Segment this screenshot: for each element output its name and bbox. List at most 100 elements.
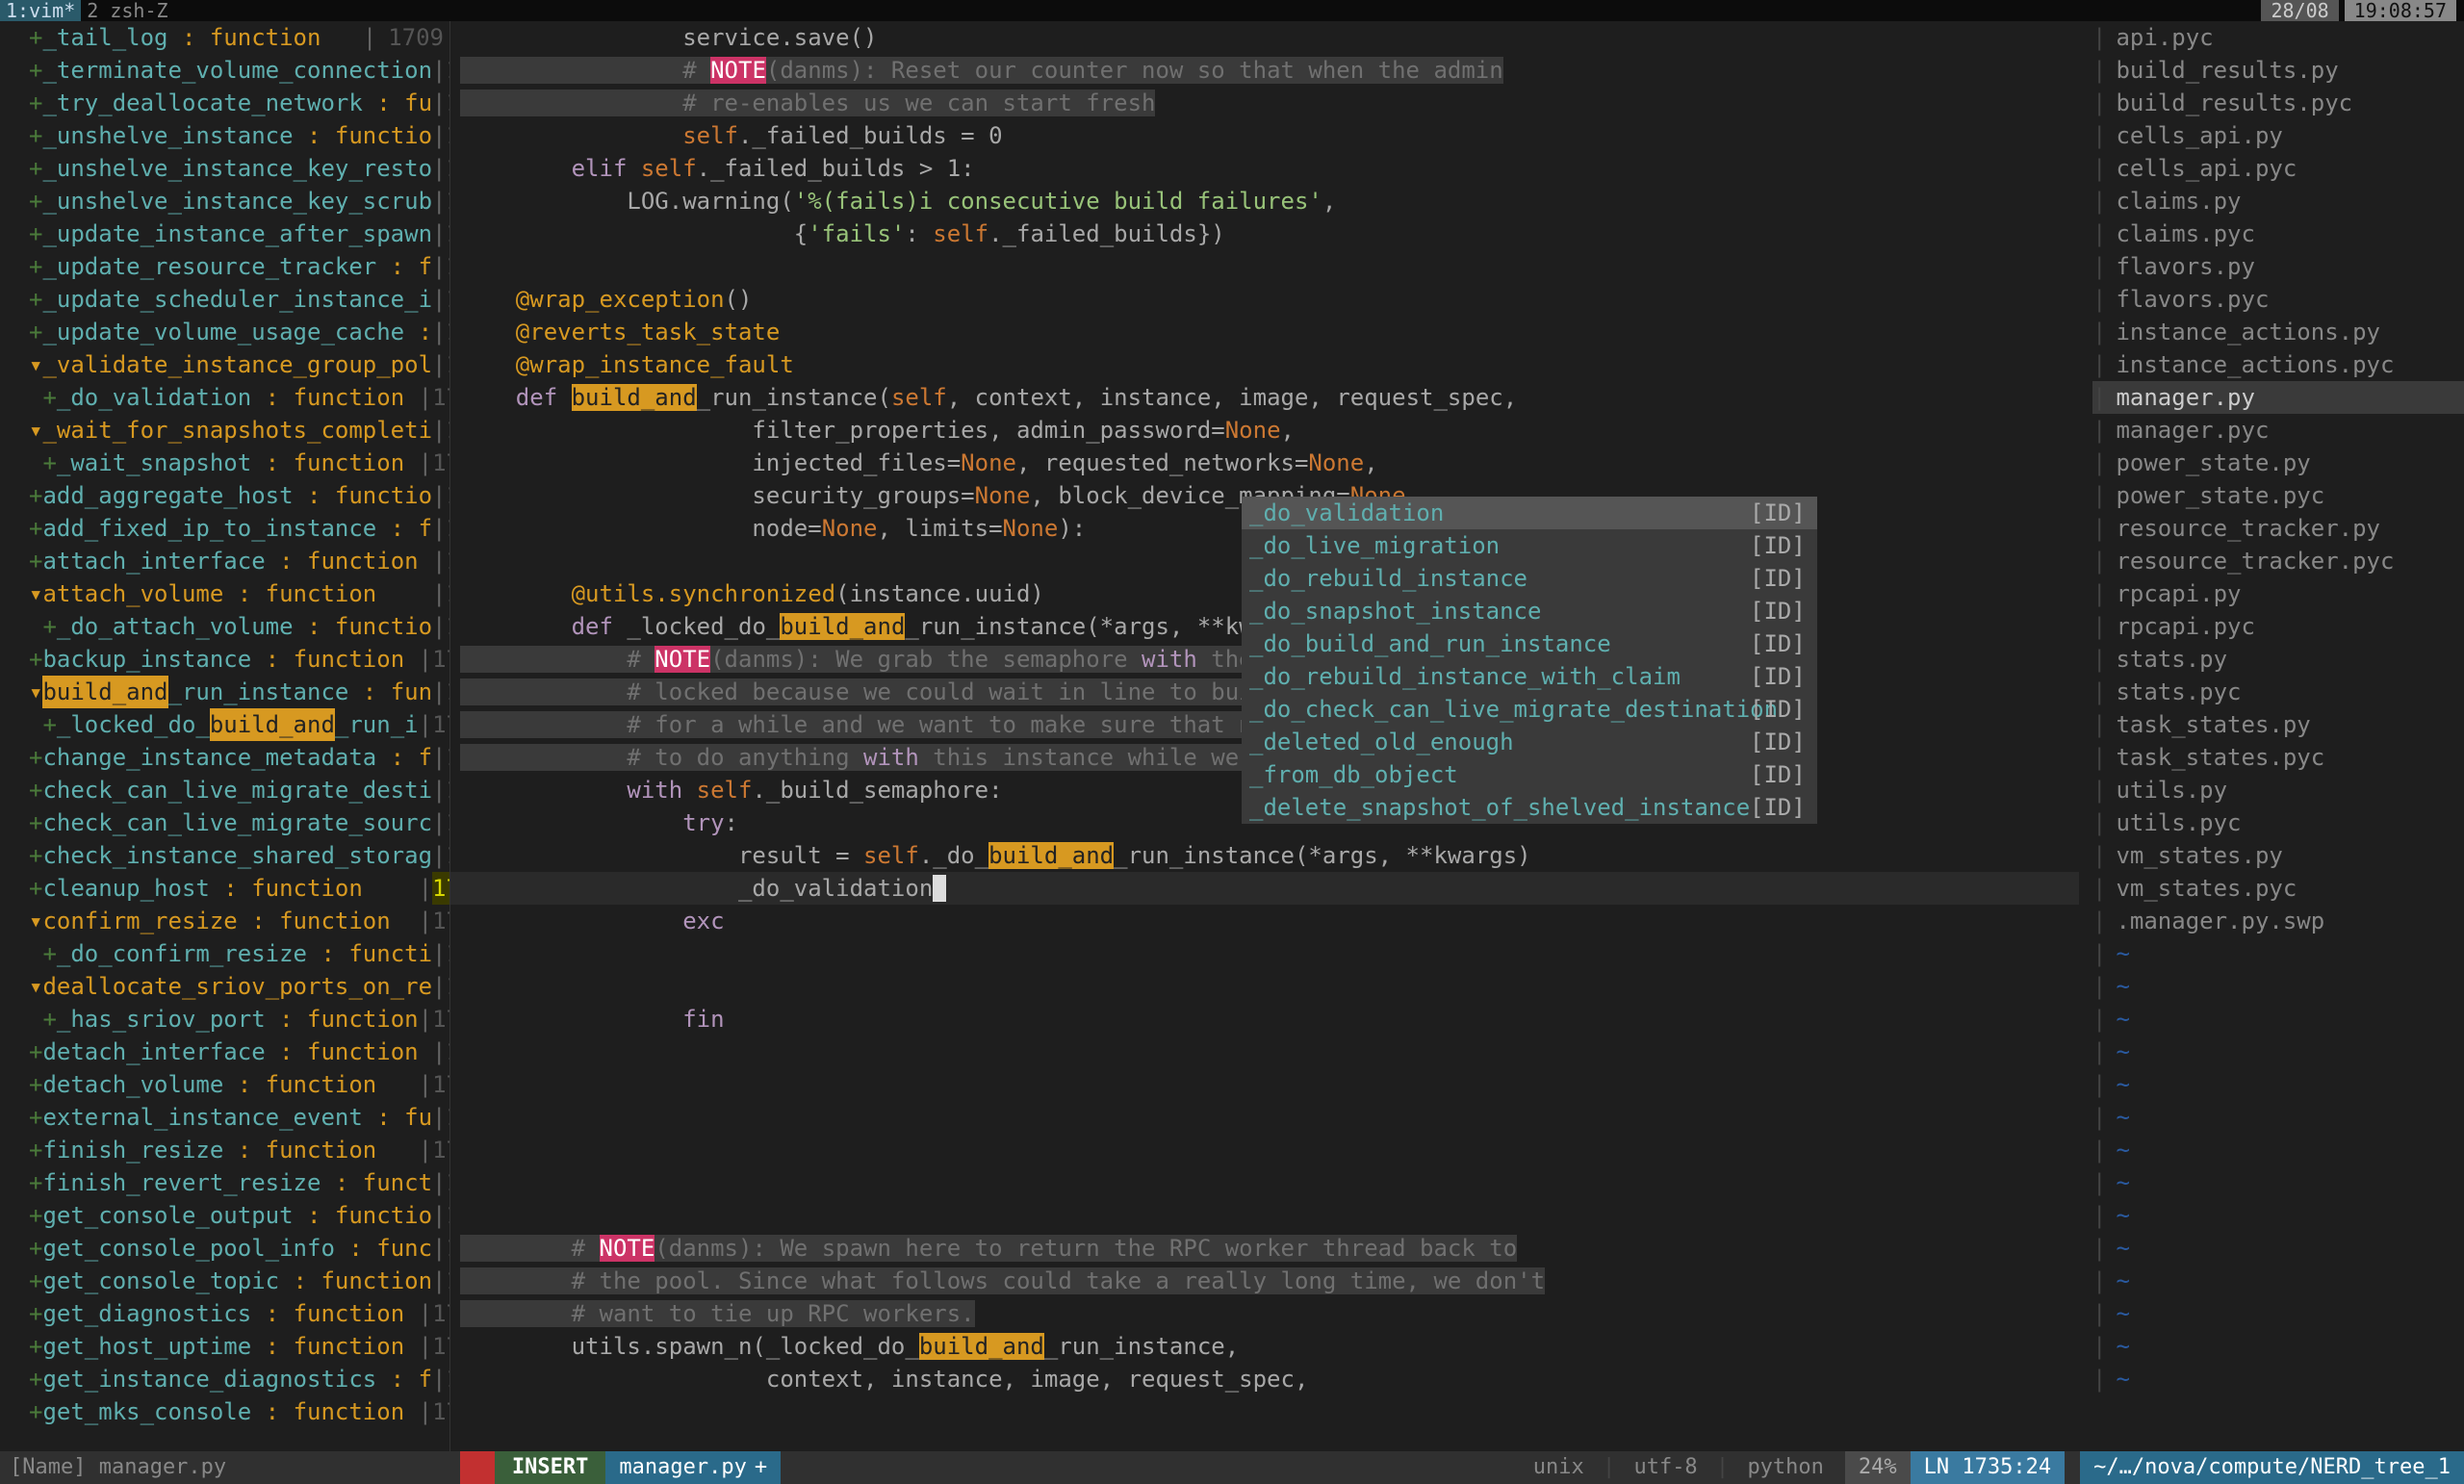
file-tree-item[interactable]: |flavors.pyc bbox=[2092, 283, 2464, 316]
tag-item[interactable]: +check_can_live_migrate_desti|1732 bbox=[0, 774, 449, 806]
tag-item[interactable]: +_update_scheduler_instance_i|1717 bbox=[0, 283, 449, 316]
file-tree-item[interactable]: |vm_states.py bbox=[2092, 839, 2464, 872]
code-line[interactable]: # NOTE(danms): Reset our counter now so … bbox=[450, 54, 2079, 87]
tag-item[interactable]: +_tail_log : function |1709 bbox=[0, 21, 449, 54]
tag-item[interactable]: +_terminate_volume_connection|1710 bbox=[0, 54, 449, 87]
file-tree-item[interactable]: |manager.pyc bbox=[2092, 414, 2464, 447]
file-tree-item[interactable]: |claims.py bbox=[2092, 185, 2464, 217]
tag-item[interactable]: +get_console_pool_info : func|1746 bbox=[0, 1232, 449, 1265]
file-tree-item[interactable]: |stats.pyc bbox=[2092, 676, 2464, 708]
tag-item[interactable]: +_do_validation : function |1720 bbox=[0, 381, 449, 414]
code-line[interactable] bbox=[450, 250, 2079, 283]
code-line[interactable]: # want to tie up RPC workers. bbox=[450, 1297, 2079, 1330]
code-line[interactable]: fin bbox=[450, 1003, 2079, 1036]
tag-item[interactable]: ▾deallocate_sriov_ports_on_re|1738 bbox=[0, 970, 449, 1003]
file-tree-item[interactable]: |cells_api.py bbox=[2092, 119, 2464, 152]
file-tree-item[interactable]: |api.pyc bbox=[2092, 21, 2464, 54]
file-tree-item[interactable]: |task_states.py bbox=[2092, 708, 2464, 741]
file-tree-item[interactable]: |build_results.py bbox=[2092, 54, 2464, 87]
tag-item[interactable]: +cleanup_host : function |1735 bbox=[0, 872, 449, 905]
file-tree-item[interactable]: |rpcapi.py bbox=[2092, 577, 2464, 610]
code-line[interactable]: context, instance, image, request_spec, bbox=[450, 1363, 2079, 1395]
tag-item[interactable]: +add_fixed_ip_to_instance : f|1724 bbox=[0, 512, 449, 545]
code-line[interactable]: utils.spawn_n(_locked_do_build_and_run_i… bbox=[450, 1330, 2079, 1363]
tagbar-pane[interactable]: +_tail_log : function |1709+_terminate_v… bbox=[0, 21, 450, 1451]
tag-item[interactable]: +_do_attach_volume : functio|1727 bbox=[0, 610, 449, 643]
tag-item[interactable]: ▾confirm_resize : function |1736 bbox=[0, 905, 449, 937]
code-line[interactable]: elif self._failed_builds > 1: bbox=[450, 152, 2079, 185]
file-tree-pane[interactable]: |api.pyc|build_results.py|build_results.… bbox=[2079, 21, 2464, 1451]
file-tree-item[interactable]: |power_state.pyc bbox=[2092, 479, 2464, 512]
tag-item[interactable]: +get_host_uptime : function |1749 bbox=[0, 1330, 449, 1363]
tag-item[interactable]: +external_instance_event : fu|1742 bbox=[0, 1101, 449, 1134]
tag-item[interactable]: +_update_volume_usage_cache :|1718 bbox=[0, 316, 449, 348]
tag-item[interactable]: +get_instance_diagnostics : f|1750 bbox=[0, 1363, 449, 1395]
code-line[interactable]: # re-enables us we can start fresh bbox=[450, 87, 2079, 119]
code-line[interactable]: filter_properties, admin_password=None, bbox=[450, 414, 2079, 447]
code-line[interactable] bbox=[450, 1199, 2079, 1232]
file-tree-item[interactable]: |.manager.py.swp bbox=[2092, 905, 2464, 937]
code-line[interactable] bbox=[450, 970, 2079, 1003]
code-line[interactable]: {'fails': self._failed_builds}) bbox=[450, 217, 2079, 250]
tag-item[interactable]: +_locked_do_build_and_run_i|1730 bbox=[0, 708, 449, 741]
tag-item[interactable]: +_unshelve_instance_key_resto|1713 bbox=[0, 152, 449, 185]
code-line[interactable]: @wrap_exception() bbox=[450, 283, 2079, 316]
tag-item[interactable]: +finish_revert_resize : funct|1744 bbox=[0, 1166, 449, 1199]
tag-item[interactable]: +get_diagnostics : function |1748 bbox=[0, 1297, 449, 1330]
completion-item[interactable]: _do_build_and_run_instance[ID] bbox=[1242, 627, 1817, 660]
completion-item[interactable]: _from_db_object[ID] bbox=[1242, 758, 1817, 791]
code-line[interactable]: # the pool. Since what follows could tak… bbox=[450, 1265, 2079, 1297]
tag-item[interactable]: ▾_validate_instance_group_pol|1719 bbox=[0, 348, 449, 381]
tag-item[interactable]: +_do_confirm_resize : functi|1737 bbox=[0, 937, 449, 970]
code-line[interactable] bbox=[450, 937, 2079, 970]
tag-item[interactable]: +check_instance_shared_storag|1734 bbox=[0, 839, 449, 872]
code-line[interactable]: exc bbox=[450, 905, 2079, 937]
tag-item[interactable]: ▾_wait_for_snapshots_completi|1721 bbox=[0, 414, 449, 447]
tag-item[interactable]: +get_mks_console : function |1751 bbox=[0, 1395, 449, 1428]
file-tree-item[interactable]: |utils.pyc bbox=[2092, 806, 2464, 839]
code-line[interactable]: @reverts_task_state bbox=[450, 316, 2079, 348]
file-tree-item[interactable]: |rpcapi.pyc bbox=[2092, 610, 2464, 643]
completion-item[interactable]: _do_check_can_live_migrate_destination[I… bbox=[1242, 693, 1817, 726]
code-line[interactable]: def build_and_run_instance(self, context… bbox=[450, 381, 2079, 414]
completion-item[interactable]: _do_validation[ID] bbox=[1242, 497, 1817, 529]
tag-item[interactable]: ▾build_and_run_instance : fun|1729 bbox=[0, 676, 449, 708]
code-line[interactable]: _do_validation bbox=[450, 872, 2079, 905]
code-line[interactable]: service.save() bbox=[450, 21, 2079, 54]
completion-item[interactable]: _do_snapshot_instance[ID] bbox=[1242, 595, 1817, 627]
tag-item[interactable]: +finish_resize : function |1743 bbox=[0, 1134, 449, 1166]
file-tree-item[interactable]: |task_states.pyc bbox=[2092, 741, 2464, 774]
tag-item[interactable]: +_update_resource_tracker : f|1716 bbox=[0, 250, 449, 283]
code-line[interactable]: # NOTE(danms): We spawn here to return t… bbox=[450, 1232, 2079, 1265]
tag-item[interactable]: +_wait_snapshot : function |1722 bbox=[0, 447, 449, 479]
file-tree-item[interactable]: |build_results.pyc bbox=[2092, 87, 2464, 119]
completion-popup[interactable]: _do_validation[ID]_do_live_migration[ID]… bbox=[1242, 497, 1817, 824]
file-tree-item[interactable]: |resource_tracker.py bbox=[2092, 512, 2464, 545]
code-line[interactable] bbox=[450, 1134, 2079, 1166]
completion-item[interactable]: _do_rebuild_instance[ID] bbox=[1242, 562, 1817, 595]
code-line[interactable]: injected_files=None, requested_networks=… bbox=[450, 447, 2079, 479]
tag-item[interactable]: +_unshelve_instance_key_scrub|1714 bbox=[0, 185, 449, 217]
completion-item[interactable]: _do_live_migration[ID] bbox=[1242, 529, 1817, 562]
file-tree-item[interactable]: |cells_api.pyc bbox=[2092, 152, 2464, 185]
code-line[interactable] bbox=[450, 1068, 2079, 1101]
tag-item[interactable]: +_try_deallocate_network : fu|1711 bbox=[0, 87, 449, 119]
code-editor-pane[interactable]: service.save() # NOTE(danms): Reset our … bbox=[450, 21, 2079, 1451]
code-line[interactable] bbox=[450, 1101, 2079, 1134]
tag-item[interactable]: +backup_instance : function |1728 bbox=[0, 643, 449, 676]
file-tree-item[interactable]: |flavors.py bbox=[2092, 250, 2464, 283]
tag-item[interactable]: +add_aggregate_host : functio|1723 bbox=[0, 479, 449, 512]
file-tree-item[interactable]: |stats.py bbox=[2092, 643, 2464, 676]
file-tree-item[interactable]: |manager.py bbox=[2092, 381, 2464, 414]
file-tree-item[interactable]: |claims.pyc bbox=[2092, 217, 2464, 250]
tag-item[interactable]: +detach_interface : function |1740 bbox=[0, 1036, 449, 1068]
tag-item[interactable]: +detach_volume : function |1741 bbox=[0, 1068, 449, 1101]
code-line[interactable]: LOG.warning('%(fails)i consecutive build… bbox=[450, 185, 2079, 217]
completion-item[interactable]: _do_rebuild_instance_with_claim[ID] bbox=[1242, 660, 1817, 693]
file-tree-item[interactable]: |instance_actions.pyc bbox=[2092, 348, 2464, 381]
file-tree-item[interactable]: |power_state.py bbox=[2092, 447, 2464, 479]
tag-item[interactable]: +get_console_output : functio|1745 bbox=[0, 1199, 449, 1232]
file-tree-item[interactable]: |instance_actions.py bbox=[2092, 316, 2464, 348]
code-line[interactable]: @wrap_instance_fault bbox=[450, 348, 2079, 381]
tag-item[interactable]: +check_can_live_migrate_sourc|1733 bbox=[0, 806, 449, 839]
